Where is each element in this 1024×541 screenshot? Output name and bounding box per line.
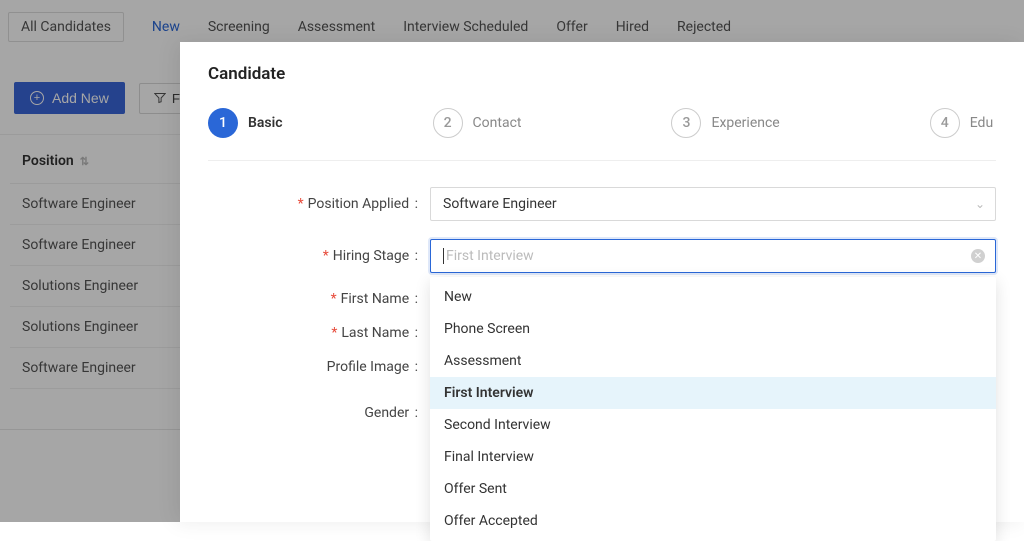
step-label: Contact xyxy=(473,115,522,131)
add-new-button[interactable]: + Add New xyxy=(14,82,125,114)
step-contact[interactable]: 2 Contact xyxy=(433,108,522,138)
tab-interview-scheduled[interactable]: Interview Scheduled xyxy=(403,19,528,35)
tab-hired[interactable]: Hired xyxy=(616,19,649,35)
label-last-name: *Last Name : xyxy=(208,325,418,341)
label-profile-image: Profile Image : xyxy=(208,359,418,375)
step-experience[interactable]: 3 Experience xyxy=(671,108,779,138)
tab-assessment[interactable]: Assessment xyxy=(298,19,375,35)
option-first-interview[interactable]: First Interview xyxy=(430,377,996,409)
label-gender: Gender : xyxy=(208,405,418,421)
step-number: 1 xyxy=(208,108,238,138)
candidate-drawer: Candidate 1 Basic 2 Contact 3 Experience… xyxy=(180,42,1024,522)
chevron-down-icon: ⌄ xyxy=(975,197,985,211)
option-phone-screen[interactable]: Phone Screen xyxy=(430,313,996,345)
hiring-stage-dropdown: New Phone Screen Assessment First Interv… xyxy=(430,277,996,541)
position-applied-select[interactable]: Software Engineer ⌄ xyxy=(430,187,996,221)
option-offer-accepted[interactable]: Offer Accepted xyxy=(430,505,996,537)
step-number: 3 xyxy=(671,108,701,138)
tab-new[interactable]: New xyxy=(152,19,180,35)
label-first-name: *First Name : xyxy=(208,291,418,307)
option-offer-sent[interactable]: Offer Sent xyxy=(430,473,996,505)
filter-icon xyxy=(154,92,166,104)
position-applied-value: Software Engineer xyxy=(443,196,557,212)
step-number: 4 xyxy=(930,108,960,138)
step-label: Edu xyxy=(970,115,993,131)
hiring-stage-placeholder: First Interview xyxy=(446,248,534,264)
label-position-applied: *Position Applied : xyxy=(208,196,418,212)
step-number: 2 xyxy=(433,108,463,138)
label-hiring-stage: *Hiring Stage : xyxy=(208,248,418,264)
option-assessment[interactable]: Assessment xyxy=(430,345,996,377)
tab-rejected[interactable]: Rejected xyxy=(677,19,731,35)
clear-icon[interactable]: ✕ xyxy=(971,249,985,263)
field-position-applied: *Position Applied : Software Engineer ⌄ xyxy=(208,187,996,221)
step-basic[interactable]: 1 Basic xyxy=(208,108,283,138)
col-position-label: Position xyxy=(22,153,74,169)
drawer-title: Candidate xyxy=(208,64,996,84)
field-hiring-stage: *Hiring Stage : First Interview ✕ New Ph… xyxy=(208,239,996,273)
sort-icon: ⇅ xyxy=(80,155,89,168)
tab-offer[interactable]: Offer xyxy=(556,19,587,35)
plus-icon: + xyxy=(30,91,44,105)
tab-all-candidates[interactable]: All Candidates xyxy=(8,12,124,42)
option-second-interview[interactable]: Second Interview xyxy=(430,409,996,441)
tab-screening[interactable]: Screening xyxy=(208,19,270,35)
option-new[interactable]: New xyxy=(430,281,996,313)
option-final-interview[interactable]: Final Interview xyxy=(430,441,996,473)
step-label: Experience xyxy=(711,115,779,131)
add-new-label: Add New xyxy=(52,90,109,106)
step-label: Basic xyxy=(248,115,283,131)
hiring-stage-select[interactable]: First Interview ✕ xyxy=(430,239,996,273)
step-education[interactable]: 4 Edu xyxy=(930,108,993,138)
wizard-steps: 1 Basic 2 Contact 3 Experience 4 Edu xyxy=(208,108,996,161)
